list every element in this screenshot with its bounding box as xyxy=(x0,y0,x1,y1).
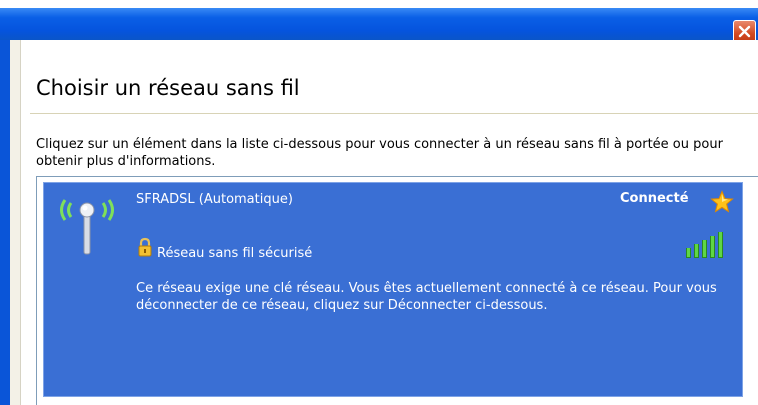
page-title: Choisir un réseau sans fil xyxy=(36,76,300,100)
network-description: Ce réseau exige une clé réseau. Vous ête… xyxy=(136,281,717,313)
lock-icon xyxy=(138,237,152,257)
title-separator xyxy=(30,113,758,114)
task-pane-edge xyxy=(10,40,21,405)
instructions-text: Cliquez sur un élément dans la liste ci-… xyxy=(36,137,723,169)
window-frame-left xyxy=(0,40,10,405)
wireless-antenna-icon xyxy=(60,199,114,255)
network-name: SFRADSL (Automatique) xyxy=(136,192,293,207)
signal-strength-icon xyxy=(686,232,723,258)
title-bar xyxy=(0,0,758,43)
security-type: Réseau sans fil sécurisé xyxy=(157,246,313,261)
close-icon xyxy=(738,25,751,38)
connection-status: Connecté xyxy=(620,191,689,206)
star-icon xyxy=(710,190,734,213)
